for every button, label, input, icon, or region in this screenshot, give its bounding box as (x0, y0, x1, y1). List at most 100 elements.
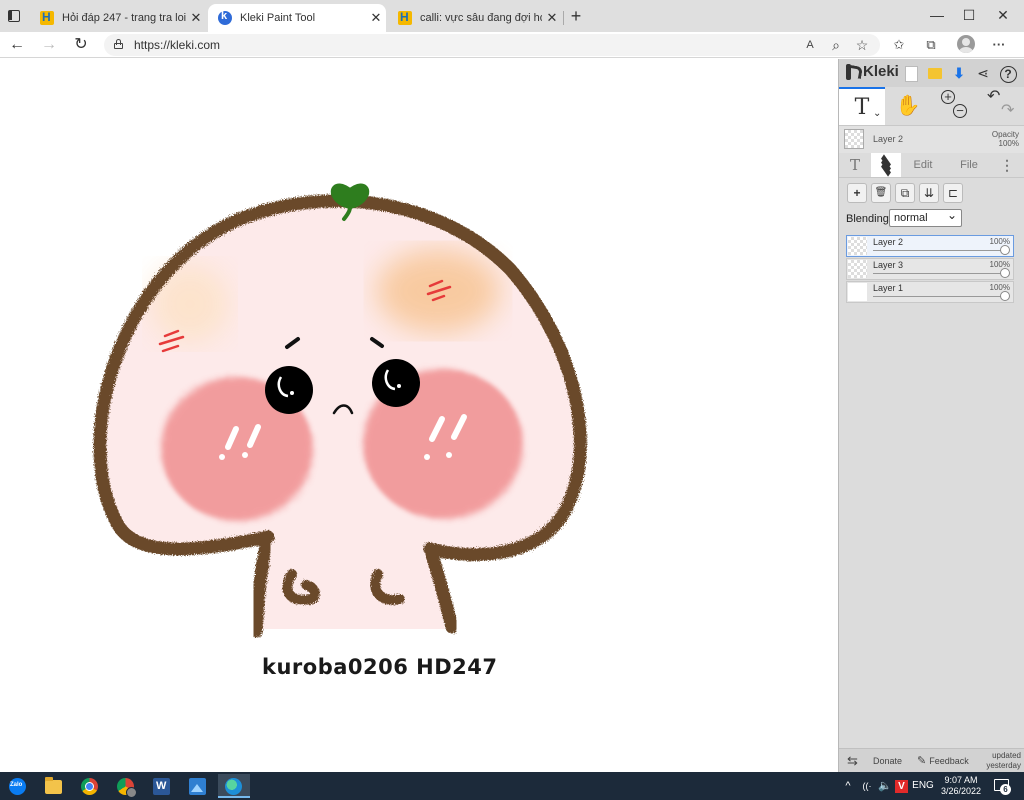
layers-icon (879, 154, 893, 177)
swap-sides-icon[interactable]: ⇆ (847, 749, 858, 773)
text-tool-button[interactable]: T ⌄ (839, 87, 885, 125)
tab-close-icon[interactable]: ✕ (542, 10, 562, 26)
photos-icon (189, 778, 206, 795)
add-layer-button[interactable]: + (847, 183, 867, 203)
download-icon[interactable]: ⬇ (949, 63, 969, 83)
drawing-canvas[interactable]: kuroba0206 HD247 (0, 59, 838, 772)
layer-item-layer-3[interactable]: Layer 3 100% (846, 258, 1014, 280)
back-button[interactable]: ← (6, 35, 28, 55)
share-icon[interactable]: ⋖ (973, 63, 993, 83)
hand-tool-button[interactable]: ✋ (885, 87, 931, 125)
current-layer-strip[interactable]: Layer 2 Opacity 100% (839, 125, 1024, 153)
tab-title: Kleki Paint Tool (240, 12, 316, 24)
kleki-logo[interactable]: Kleki (846, 63, 899, 80)
help-icon[interactable]: ? (998, 63, 1018, 83)
layer-name: Layer 1 (873, 283, 904, 293)
taskbar-word[interactable] (146, 774, 178, 798)
layer-opacity-slider[interactable] (873, 296, 1003, 297)
minimize-button[interactable]: — (922, 4, 952, 26)
tab-close-icon[interactable]: ✕ (366, 10, 386, 26)
tab-edit[interactable]: Edit (905, 153, 941, 177)
volume-icon[interactable]: 🔈 (876, 772, 894, 800)
refresh-button[interactable]: ↻ (70, 35, 92, 55)
tray-chevron-icon[interactable]: ^ (840, 772, 856, 800)
edge-icon (225, 778, 242, 795)
layer-thumbnail (848, 260, 867, 278)
read-aloud-icon[interactable]: A (800, 36, 820, 54)
maximize-button[interactable]: ☐ (954, 4, 984, 26)
language-indicator[interactable]: ENG (910, 772, 936, 800)
taskbar-zalo[interactable] (2, 774, 34, 798)
layer-name: Layer 3 (873, 260, 904, 270)
layer-thumbnail (848, 237, 867, 255)
tab-file[interactable]: File (951, 153, 987, 177)
taskbar-photos[interactable] (182, 774, 214, 798)
window-close-button[interactable]: ✕ (988, 4, 1018, 26)
layer-opacity-knob[interactable] (1000, 245, 1010, 255)
right-eye (372, 359, 420, 407)
collections-icon[interactable]: ⧉ (920, 35, 942, 55)
more-options-icon[interactable]: ⋮ (995, 153, 1019, 177)
tab-separator (563, 11, 564, 25)
taskbar-clock[interactable]: 9:07 AM 3/26/2022 (937, 775, 985, 797)
lock-icon[interactable] (114, 39, 123, 49)
new-image-icon[interactable] (901, 63, 921, 83)
tab-layers[interactable] (871, 153, 901, 177)
more-icon[interactable]: ··· (988, 35, 1010, 55)
layer-opacity-knob[interactable] (1000, 268, 1010, 278)
layer-thumbnail (848, 283, 867, 301)
kleki-header: Kleki ⬇ ⋖ ? (839, 59, 1024, 87)
tab-title: Hỏi đáp 247 - trang tra loi (62, 12, 186, 24)
tab-hoidap247[interactable]: Hỏi đáp 247 - trang tra loi ✕ (30, 4, 206, 32)
profile-icon[interactable] (957, 35, 975, 53)
favorites-icon[interactable]: ✩ (888, 35, 910, 55)
tab-actions-icon[interactable] (6, 8, 22, 24)
forward-button[interactable]: → (38, 35, 60, 55)
tab-kleki[interactable]: Kleki Paint Tool ✕ (208, 4, 386, 32)
taskbar-chrome-profile[interactable] (110, 774, 142, 798)
layer-item-layer-2[interactable]: Layer 2 100% (846, 235, 1014, 257)
hoidap247-favicon-icon (40, 10, 54, 25)
new-tab-button[interactable]: + (566, 6, 586, 26)
kleki-logo-icon (846, 63, 860, 80)
panel-tabs: T Edit File ⋮ (839, 153, 1024, 177)
donate-link[interactable]: Donate (873, 749, 902, 773)
layer-opacity-slider[interactable] (873, 250, 1003, 251)
rename-layer-button[interactable]: ⊏ (943, 183, 963, 203)
zoom-in-icon[interactable]: + (941, 90, 955, 104)
kleki-logo-text: Kleki (863, 63, 899, 80)
vietkey-icon[interactable]: V (895, 780, 908, 793)
word-icon (153, 778, 170, 795)
tab-close-icon[interactable]: ✕ (186, 10, 206, 26)
chrome-profile-icon (117, 778, 137, 798)
taskbar-chrome[interactable] (74, 774, 106, 798)
duplicate-layer-button[interactable]: ⧉ (895, 183, 915, 203)
hand-icon: ✋ (895, 95, 921, 117)
undo-icon[interactable]: ↶ (987, 89, 1000, 105)
feedback-link[interactable]: ✎ Feedback (917, 749, 969, 773)
canvas-watermark-text: kuroba0206 HD247 (262, 655, 498, 679)
notifications-badge: 6 (1000, 784, 1011, 795)
add-favorite-icon[interactable]: ☆ (852, 36, 872, 54)
zoom-icon[interactable]: ⌕ (826, 36, 846, 54)
layer-item-layer-1[interactable]: Layer 1 100% (846, 281, 1014, 303)
layers-panel: + 🗑 ⧉ ⇊ ⊏ Blending normal Layer 2 100% L… (839, 177, 1024, 497)
tab-calli[interactable]: calli: vực sâu đang đợi hoặc mãn ✕ (388, 4, 562, 32)
open-icon[interactable] (925, 63, 945, 83)
delete-layer-button[interactable]: 🗑 (871, 183, 891, 203)
taskbar-edge[interactable] (218, 774, 250, 798)
url-field[interactable]: https://kleki.com A ⌕ ☆ (104, 34, 880, 56)
taskbar-file-explorer[interactable] (38, 774, 70, 798)
blending-select[interactable]: normal (889, 207, 962, 227)
url-text[interactable]: https://kleki.com (134, 38, 220, 52)
left-eye (265, 366, 313, 414)
wifi-icon[interactable]: ((· (858, 772, 876, 800)
merge-layer-button[interactable]: ⇊ (919, 183, 939, 203)
feedback-label: Feedback (929, 756, 969, 766)
chrome-icon (81, 778, 98, 795)
layer-opacity-slider[interactable] (873, 273, 1003, 274)
zoom-out-icon[interactable]: − (953, 104, 967, 118)
redo-icon[interactable]: ↷ (1001, 103, 1014, 119)
tab-brush[interactable]: T (845, 153, 865, 177)
layer-opacity-knob[interactable] (1000, 291, 1010, 301)
